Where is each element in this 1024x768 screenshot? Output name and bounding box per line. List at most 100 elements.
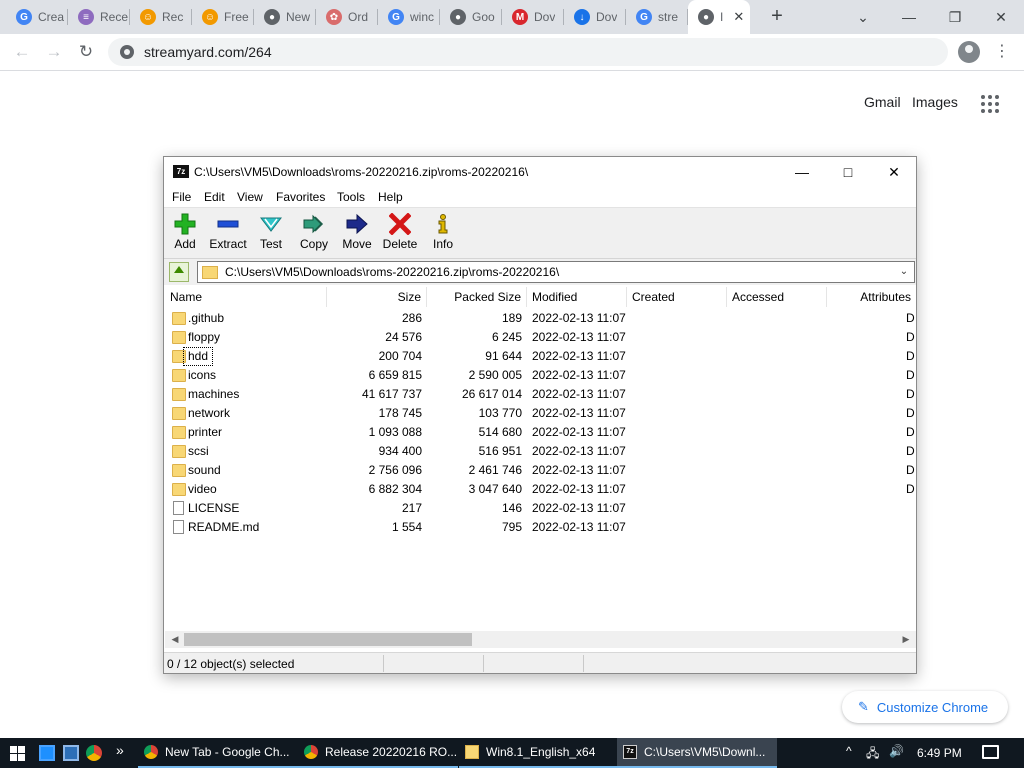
- move-arrow-icon: [346, 213, 368, 235]
- chrome-tab-strip: + ⌄ — ❐ ✕ G Crea ≡ Rece ☺ Rec ☺ Free ● New ✿ Ord Gwi…: [0, 0, 1024, 34]
- file-list-row[interactable]: floppy 24 576 6 245 2022-02-13 11:07 D: [165, 328, 916, 347]
- file-list-row[interactable]: hdd 200 704 91 644 2022-02-13 11:07 D: [165, 347, 916, 366]
- delete-button[interactable]: Delete: [379, 212, 421, 258]
- column-header-attributes[interactable]: Attributes: [827, 287, 916, 307]
- file-packed-cell: 91 644: [485, 349, 522, 363]
- file-list-header: Name Size Packed Size Modified Created A…: [165, 287, 916, 307]
- info-button[interactable]: Info: [422, 212, 464, 258]
- add-button[interactable]: Add: [164, 212, 206, 258]
- file-list-row[interactable]: README.md 1 554 795 2022-02-13 11:07: [165, 518, 916, 537]
- address-bar[interactable]: streamyard.com/264: [108, 38, 948, 66]
- taskbar-item-new-tab[interactable]: New Tab - Google Ch...: [138, 738, 298, 768]
- scrollbar-thumb[interactable]: [184, 633, 472, 646]
- browser-tab[interactable]: ✿ Ord: [316, 0, 378, 34]
- scroll-left-icon[interactable]: ◀: [167, 632, 183, 647]
- notifications-icon[interactable]: [982, 745, 999, 759]
- explorer-icon[interactable]: [63, 745, 79, 761]
- taskbar-item-win81-folder[interactable]: Win8.1_English_x64: [459, 738, 617, 768]
- file-list-row[interactable]: .github 286 189 2022-02-13 11:07 D: [165, 309, 916, 328]
- file-list-row[interactable]: video 6 882 304 3 047 640 2022-02-13 11:07 D: [165, 480, 916, 499]
- gmail-link[interactable]: Gmail: [864, 94, 901, 110]
- file-list-row[interactable]: icons 6 659 815 2 590 005 2022-02-13 11:07 D: [165, 366, 916, 385]
- forward-button[interactable]: →: [42, 40, 66, 64]
- tab-close-icon[interactable]: ✕: [733, 9, 744, 25]
- column-header-size[interactable]: Size: [327, 287, 427, 307]
- file-packed-cell: 2 590 005: [468, 368, 522, 382]
- 7zip-minimize-button[interactable]: —: [779, 157, 825, 187]
- tray-chevron-icon[interactable]: ^: [846, 744, 852, 758]
- 7zip-title-bar[interactable]: 7z C:\Users\VM5\Downloads\roms-20220216.…: [164, 157, 916, 187]
- chrome-menu-button[interactable]: ⋮: [994, 42, 1010, 62]
- browser-tab[interactable]: ● I ✕: [688, 0, 750, 34]
- file-list-row[interactable]: machines 41 617 737 26 617 014 2022-02-13 1…: [165, 385, 916, 404]
- file-list-row[interactable]: scsi 934 400 516 951 2022-02-13 11:07 D: [165, 442, 916, 461]
- column-header-accessed[interactable]: Accessed: [727, 287, 827, 307]
- tab-search-button[interactable]: ⌄: [840, 0, 886, 34]
- menu-tools[interactable]: Tools: [337, 190, 365, 204]
- folder-up-button[interactable]: [169, 262, 189, 282]
- taskbar-item-7zip[interactable]: 7z C:\Users\VM5\Downl...: [617, 738, 777, 768]
- site-info-icon[interactable]: [120, 45, 134, 59]
- chrome-icon[interactable]: [86, 745, 102, 761]
- file-list-row[interactable]: network 178 745 103 770 2022-02-13 11:07 D: [165, 404, 916, 423]
- google-apps-icon[interactable]: [981, 95, 999, 113]
- browser-tab[interactable]: G Crea: [6, 0, 68, 34]
- column-header-packed-size[interactable]: Packed Size: [427, 287, 527, 307]
- browser-tab[interactable]: ● New: [254, 0, 316, 34]
- menu-view[interactable]: View: [237, 190, 263, 204]
- windows-start-icon[interactable]: [10, 746, 25, 761]
- customize-chrome-label: Customize Chrome: [876, 699, 989, 715]
- menu-help[interactable]: Help: [378, 190, 403, 204]
- add-label: Add: [174, 237, 196, 251]
- chrome-icon: ●: [450, 9, 466, 25]
- back-button[interactable]: ←: [10, 40, 34, 64]
- browser-tab-label: New: [286, 10, 311, 24]
- reload-icon: ↻: [78, 42, 94, 61]
- restore-button[interactable]: ❐: [932, 0, 978, 34]
- profile-avatar[interactable]: [958, 41, 980, 63]
- file-name-cell: icons: [188, 368, 217, 382]
- volume-icon[interactable]: 🔊: [889, 744, 904, 758]
- browser-tab[interactable]: Gstre: [626, 0, 688, 34]
- minimize-button[interactable]: —: [886, 0, 932, 34]
- column-header-name[interactable]: Name: [165, 287, 327, 307]
- scroll-right-icon[interactable]: ▶: [898, 632, 914, 647]
- file-list-row[interactable]: sound 2 756 096 2 461 746 2022-02-13 11:07 D: [165, 461, 916, 480]
- file-modified-cell: 2022-02-13 11:07: [532, 349, 626, 363]
- browser-tab[interactable]: ● Goo: [440, 0, 502, 34]
- browser-tab[interactable]: ☺ Rec: [130, 0, 192, 34]
- 7zip-path-combobox[interactable]: C:\Users\VM5\Downloads\roms-20220216.zip…: [197, 261, 915, 283]
- 7zip-maximize-button[interactable]: □: [825, 157, 871, 187]
- browser-tab[interactable]: Gwinc: [378, 0, 440, 34]
- chevron-down-icon[interactable]: ⌄: [896, 263, 912, 281]
- browser-tab[interactable]: ≡ Rece: [68, 0, 130, 34]
- taskbar-item-release[interactable]: Release 20220216 RO...: [298, 738, 458, 768]
- reload-button[interactable]: ↻: [74, 40, 98, 64]
- copy-button[interactable]: Copy: [293, 212, 335, 258]
- toolbar-overflow-icon[interactable]: »: [116, 742, 124, 758]
- browser-tab[interactable]: ☺ Free: [192, 0, 254, 34]
- images-link[interactable]: Images: [912, 94, 958, 110]
- customize-chrome-button[interactable]: ✎ Customize Chrome: [842, 691, 1008, 723]
- test-button[interactable]: Test: [250, 212, 292, 258]
- file-list-row[interactable]: printer 1 093 088 514 680 2022-02-13 11:07 D: [165, 423, 916, 442]
- move-button[interactable]: Move: [336, 212, 378, 258]
- network-icon[interactable]: 🖧: [866, 744, 879, 765]
- file-list[interactable]: .github 286 189 2022-02-13 11:07 Dfloppy 24 5…: [165, 309, 916, 635]
- file-list-row[interactable]: LICENSE 217 146 2022-02-13 11:07: [165, 499, 916, 518]
- column-header-created[interactable]: Created: [627, 287, 727, 307]
- 7zip-close-button[interactable]: ✕: [871, 157, 917, 187]
- close-button[interactable]: ✕: [978, 0, 1024, 34]
- menu-favorites[interactable]: Favorites: [276, 190, 325, 204]
- taskbar-clock[interactable]: 6:49 PM: [917, 746, 962, 760]
- extract-button[interactable]: Extract: [207, 212, 249, 258]
- horizontal-scrollbar[interactable]: ◀ ▶: [165, 631, 916, 648]
- new-tab-button[interactable]: +: [766, 5, 788, 27]
- menu-edit[interactable]: Edit: [204, 190, 225, 204]
- browser-tab[interactable]: ↓ Dov: [564, 0, 626, 34]
- desktop-icon[interactable]: [39, 745, 55, 761]
- column-header-modified[interactable]: Modified: [527, 287, 627, 307]
- browser-tab[interactable]: M Dov: [502, 0, 564, 34]
- browser-tab-label: winc: [410, 10, 435, 24]
- menu-file[interactable]: File: [172, 190, 191, 204]
